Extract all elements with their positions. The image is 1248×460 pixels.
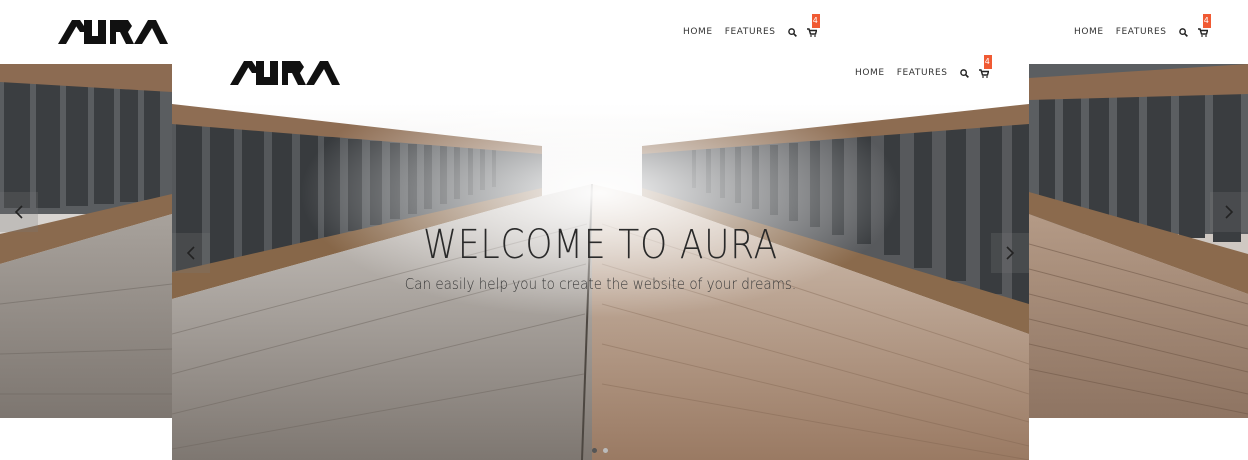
nav-features-link[interactable]: FEATURES (1116, 27, 1167, 37)
hero-subtitle: Can easily help you to create the websit… (404, 275, 797, 293)
cart-button[interactable]: 4 (978, 54, 992, 78)
slider-prev-arrow[interactable] (172, 233, 210, 273)
cart-count-badge: 4 (983, 54, 992, 69)
aura-logo-icon (58, 20, 168, 44)
chevron-right-icon (1225, 205, 1234, 219)
cart-icon (978, 68, 989, 78)
chevron-left-icon (14, 205, 23, 219)
cart-count-badge: 4 (811, 13, 820, 28)
nav-home-link[interactable]: HOME (855, 68, 885, 78)
slide-right-image (1029, 64, 1248, 418)
nav-home-link[interactable]: HOME (1074, 27, 1104, 37)
nav-home-link[interactable]: HOME (683, 27, 713, 37)
slide-left-image (0, 64, 172, 418)
slider-next-arrow[interactable] (991, 233, 1029, 273)
aura-logo-icon (230, 61, 340, 85)
chevron-left-icon (186, 246, 195, 260)
cart-count-badge: 4 (1202, 13, 1211, 28)
logo[interactable] (230, 59, 340, 87)
search-icon[interactable] (1178, 27, 1188, 37)
logo-back[interactable] (58, 18, 168, 46)
nav-features-link[interactable]: FEATURES (725, 27, 776, 37)
cart-button[interactable]: 4 (1197, 13, 1211, 37)
slider-dot[interactable] (603, 448, 608, 453)
nav-back-right: HOME FEATURES 4 (1074, 13, 1211, 37)
hero-title: WELCOME TO AURA (422, 222, 779, 268)
nav-back-center: HOME FEATURES 4 (683, 13, 820, 37)
cart-button[interactable]: 4 (806, 13, 820, 37)
nav-features-link[interactable]: FEATURES (897, 68, 948, 78)
main-nav: HOME FEATURES 4 (855, 54, 992, 78)
slider-prev-arrow-back[interactable] (0, 192, 38, 232)
search-icon[interactable] (959, 68, 969, 78)
search-icon[interactable] (787, 27, 797, 37)
slider-pagination (592, 448, 608, 453)
slider-next-arrow-back[interactable] (1210, 192, 1248, 232)
cart-icon (806, 27, 817, 37)
cart-icon (1197, 27, 1208, 37)
chevron-right-icon (1006, 246, 1015, 260)
slider-dot[interactable] (592, 448, 597, 453)
